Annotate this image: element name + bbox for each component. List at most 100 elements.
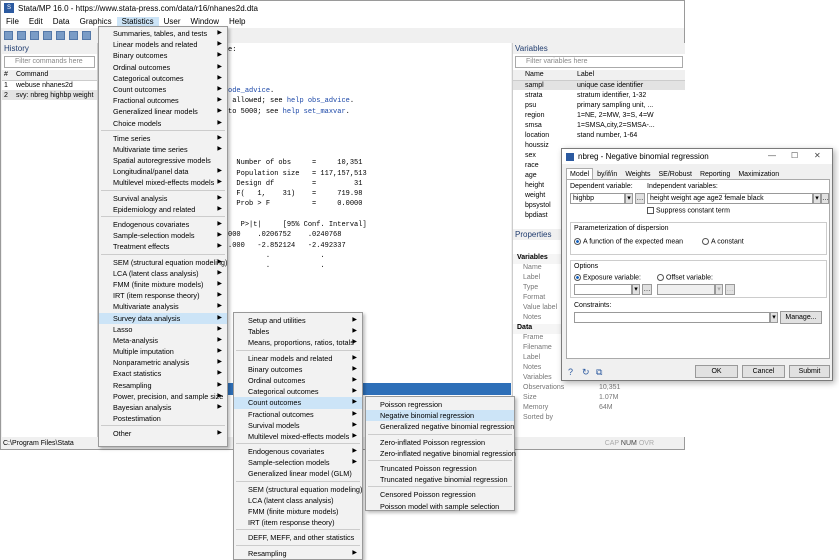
- menu-item[interactable]: Tables ▶: [234, 326, 362, 337]
- menu-item[interactable]: Other ▶: [99, 428, 227, 439]
- variable-row[interactable]: location stand number, 1-64: [513, 130, 685, 140]
- menu-item[interactable]: Spatial autoregressive models: [99, 155, 227, 166]
- indep-var-dropdown-icon[interactable]: ▾: [813, 193, 821, 204]
- minimize-icon[interactable]: —: [768, 151, 776, 160]
- variable-checkbox[interactable]: [513, 200, 523, 210]
- dialog-tab[interactable]: Maximization: [734, 168, 783, 179]
- menu-item[interactable]: Binary outcomes ▶: [234, 364, 362, 375]
- do-file-editor-icon[interactable]: [82, 30, 91, 40]
- menu-item[interactable]: Epidemiology and related ▶: [99, 204, 227, 215]
- menu-item[interactable]: Exact statistics ▶: [99, 368, 227, 379]
- dialog-tab[interactable]: Weights: [621, 168, 654, 179]
- menu-item[interactable]: Fractional outcomes ▶: [99, 95, 227, 106]
- log-icon[interactable]: [43, 30, 52, 40]
- variable-checkbox[interactable]: [513, 190, 523, 200]
- open-icon[interactable]: [4, 30, 13, 40]
- save-icon[interactable]: [17, 30, 26, 40]
- menu-item[interactable]: Multivariate analysis ▶: [99, 301, 227, 312]
- variable-checkbox[interactable]: [513, 130, 523, 140]
- menu-item[interactable]: Sample-selection models ▶: [234, 457, 362, 468]
- variable-checkbox[interactable]: [513, 160, 523, 170]
- menu-item[interactable]: Linear models and related ▶: [234, 353, 362, 364]
- menu-item[interactable]: Multilevel mixed-effects models ▶: [99, 177, 227, 188]
- menu-item[interactable]: Means, proportions, ratios, totals ▶: [234, 337, 362, 348]
- variable-row[interactable]: strata stratum identifier, 1-32: [513, 90, 685, 100]
- menu-edit[interactable]: Edit: [24, 17, 48, 26]
- exposure-radio[interactable]: Exposure variable:: [574, 274, 641, 281]
- variables-filter-input[interactable]: Filter variables here: [515, 56, 683, 68]
- ok-button[interactable]: OK: [695, 365, 738, 378]
- variable-row[interactable]: psu primary sampling unit, ...: [513, 100, 685, 110]
- print-icon[interactable]: [30, 30, 39, 40]
- copy-command-icon[interactable]: ⧉: [596, 367, 602, 378]
- menu-item[interactable]: Generalized negative binomial regression: [366, 421, 514, 432]
- menu-item[interactable]: Time series ▶: [99, 133, 227, 144]
- offset-browse-button[interactable]: …: [725, 284, 735, 295]
- exposure-combo[interactable]: [574, 284, 632, 295]
- constraints-combo[interactable]: [574, 312, 770, 323]
- menu-item[interactable]: Generalized linear model (GLM): [234, 468, 362, 479]
- variable-checkbox[interactable]: [513, 180, 523, 190]
- constraints-dropdown-icon[interactable]: ▾: [770, 312, 778, 323]
- menu-item[interactable]: DEFF, MEFF, and other statistics: [234, 532, 362, 543]
- dialog-tab[interactable]: Reporting: [696, 168, 734, 179]
- menu-item[interactable]: Negative binomial regression: [366, 410, 514, 422]
- help-icon[interactable]: ?: [568, 367, 573, 377]
- variable-checkbox[interactable]: [513, 110, 523, 120]
- menu-item[interactable]: Linear models and related ▶: [99, 39, 227, 50]
- menu-item[interactable]: Summaries, tables, and tests ▶: [99, 28, 227, 39]
- menu-item[interactable]: Setup and utilities ▶: [234, 315, 362, 326]
- help-link[interactable]: help obs_advice: [287, 97, 350, 105]
- history-filter-input[interactable]: Filter commands here: [4, 56, 95, 68]
- menu-item[interactable]: Nonparametric analysis ▶: [99, 357, 227, 368]
- offset-combo[interactable]: [657, 284, 715, 295]
- menu-graphics[interactable]: Graphics: [75, 17, 117, 26]
- menu-item[interactable]: SEM (structural equation modeling): [234, 484, 362, 495]
- menu-item[interactable]: Survey data analysis ▶: [99, 312, 227, 324]
- maximize-icon[interactable]: ☐: [791, 151, 798, 160]
- menu-item[interactable]: Poisson model with sample selection: [366, 501, 514, 512]
- variable-row[interactable]: region 1=NE, 2=MW, 3=S, 4=W: [513, 110, 685, 120]
- menu-item[interactable]: Resampling ▶: [234, 548, 362, 559]
- menu-item[interactable]: IRT (item response theory): [234, 517, 362, 528]
- indep-var-combo[interactable]: height weight age age2 female black: [647, 193, 813, 204]
- menu-item[interactable]: Choice models ▶: [99, 118, 227, 129]
- dialog-tab[interactable]: SE/Robust: [654, 168, 695, 179]
- menu-item[interactable]: Zero-inflated Poisson regression: [366, 437, 514, 448]
- variable-row[interactable]: smsa 1=SMSA,city,2=SMSA-...: [513, 120, 685, 130]
- menu-item[interactable]: FMM (finite mixture models) ▶: [99, 279, 227, 290]
- menu-item[interactable]: FMM (finite mixture models): [234, 506, 362, 517]
- menu-item[interactable]: Bayesian analysis ▶: [99, 402, 227, 413]
- menu-item[interactable]: LCA (latent class analysis) ▶: [99, 268, 227, 279]
- cancel-button[interactable]: Cancel: [742, 365, 785, 378]
- dialog-tab[interactable]: by/if/in: [593, 168, 621, 179]
- reset-icon[interactable]: ↻: [582, 367, 590, 378]
- variable-checkbox[interactable]: [513, 100, 523, 110]
- menu-item[interactable]: Zero-inflated negative binomial regressi…: [366, 448, 516, 459]
- menu-item[interactable]: Fractional outcomes ▶: [234, 409, 362, 420]
- menu-item[interactable]: Truncated negative binomial regression: [366, 474, 514, 485]
- menu-item[interactable]: Resampling ▶: [99, 380, 227, 391]
- indep-var-browse-button[interactable]: …: [821, 193, 829, 204]
- menu-item[interactable]: Categorical outcomes ▶: [99, 73, 227, 84]
- menu-item[interactable]: Endogenous covariates ▶: [99, 219, 227, 230]
- menu-item[interactable]: Censored Poisson regression: [366, 489, 514, 500]
- variable-checkbox[interactable]: [513, 90, 523, 100]
- menu-item[interactable]: Endogenous covariates ▶: [234, 446, 362, 457]
- manage-button[interactable]: Manage...: [780, 311, 822, 324]
- menu-item[interactable]: Ordinal outcomes ▶: [234, 375, 362, 386]
- menu-item[interactable]: Ordinal outcomes ▶: [99, 62, 227, 73]
- history-row[interactable]: 1 webuse nhanes2d: [2, 80, 97, 90]
- menu-file[interactable]: File: [1, 17, 24, 26]
- menu-item[interactable]: Poisson regression: [366, 399, 514, 410]
- menu-item[interactable]: Sample-selection models ▶: [99, 230, 227, 241]
- variable-checkbox[interactable]: [513, 80, 523, 90]
- exposure-dropdown-icon[interactable]: ▾: [632, 284, 640, 295]
- menu-statistics[interactable]: Statistics: [116, 17, 159, 26]
- menu-user[interactable]: User: [159, 17, 186, 26]
- menu-item[interactable]: Truncated Poisson regression: [366, 463, 514, 474]
- menu-help[interactable]: Help: [224, 17, 250, 26]
- menu-item[interactable]: Power, precision, and sample size ▶: [99, 391, 227, 402]
- close-icon[interactable]: ✕: [814, 151, 821, 160]
- menu-item[interactable]: Multiple imputation ▶: [99, 346, 227, 357]
